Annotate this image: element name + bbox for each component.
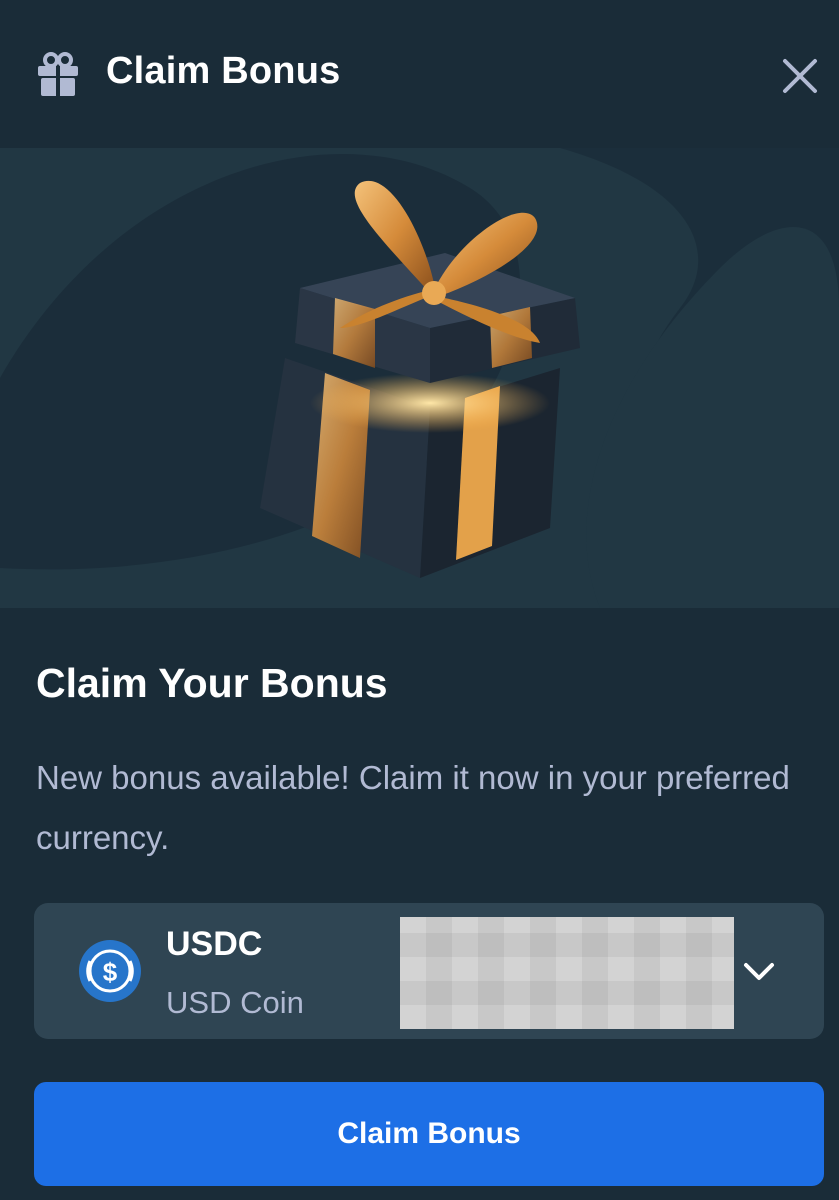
modal-header: Claim Bonus [0, 0, 839, 148]
svg-text:$: $ [103, 957, 118, 987]
usdc-coin-icon: $ [78, 939, 142, 1003]
redacted-amount [400, 917, 734, 1029]
close-icon [783, 59, 817, 93]
bonus-banner [0, 148, 839, 608]
section-description: New bonus available! Claim it now in you… [36, 759, 790, 856]
chevron-down-icon [740, 955, 778, 989]
claim-bonus-button[interactable]: Claim Bonus [34, 1082, 824, 1186]
gift-box-illustration [260, 180, 580, 578]
gift-icon [36, 52, 80, 96]
claim-bonus-modal: Claim Bonus Claim Your Bonus New bonus a… [0, 0, 839, 1200]
close-button[interactable] [772, 48, 828, 104]
currency-select[interactable]: $ USDC USD Coin [34, 903, 824, 1039]
modal-title: Claim Bonus [106, 50, 341, 92]
section-heading: Claim Your Bonus [36, 660, 388, 706]
currency-name: USD Coin [166, 985, 304, 1020]
currency-code: USDC [166, 925, 263, 963]
